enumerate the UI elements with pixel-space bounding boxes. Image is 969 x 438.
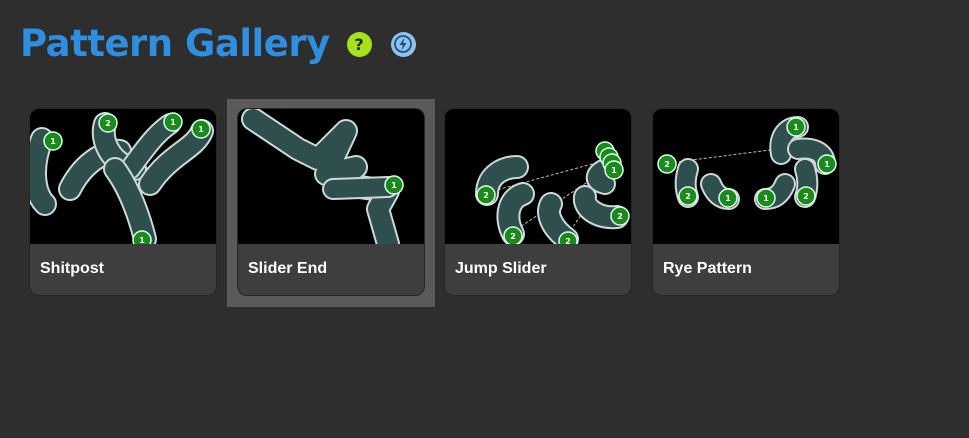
svg-text:1: 1: [170, 118, 176, 127]
card-label: Jump Slider: [455, 260, 547, 277]
svg-text:2: 2: [510, 232, 516, 241]
page-title: Pattern Gallery: [20, 22, 330, 65]
question-circle-icon: ?: [355, 36, 364, 52]
lightning-bolt-icon: [394, 35, 413, 53]
svg-text:1: 1: [611, 166, 617, 175]
svg-text:1: 1: [391, 181, 397, 190]
card-label: Slider End: [248, 260, 328, 277]
svg-text:1: 1: [725, 194, 731, 203]
svg-text:2: 2: [105, 119, 111, 128]
pattern-preview: 1: [238, 109, 424, 244]
svg-text:?: ?: [355, 36, 364, 52]
svg-text:1: 1: [139, 236, 145, 244]
pattern-card-slider-end[interactable]: 1 Slider End: [238, 109, 424, 295]
svg-text:1: 1: [50, 137, 56, 146]
pattern-card-rye-pattern[interactable]: 1 1 2 2 1 1 2 Rye Pattern: [653, 109, 839, 295]
bolt-button[interactable]: [390, 31, 416, 57]
svg-text:1: 1: [793, 123, 799, 132]
svg-text:2: 2: [664, 160, 670, 169]
svg-text:1: 1: [198, 125, 204, 134]
svg-text:2: 2: [617, 212, 623, 221]
svg-text:2: 2: [565, 237, 571, 244]
svg-text:1: 1: [763, 194, 769, 203]
svg-text:2: 2: [685, 192, 691, 201]
svg-text:2: 2: [803, 192, 809, 201]
pattern-preview: 2 2 2 2 1: [445, 109, 631, 244]
card-label: Shitpost: [40, 260, 104, 277]
pattern-card-jump-slider[interactable]: 2 2 2 2 1 Jump Slider: [445, 109, 631, 295]
pattern-preview: 1 2 1 1 1: [30, 109, 216, 244]
pattern-preview: 1 1 2 2 1 1 2: [653, 109, 839, 244]
header: Pattern Gallery ?: [20, 22, 416, 66]
help-button[interactable]: ?: [346, 31, 372, 57]
svg-text:1: 1: [824, 160, 830, 169]
card-label: Rye Pattern: [663, 260, 752, 277]
svg-text:2: 2: [483, 191, 489, 200]
pattern-card-shitpost[interactable]: 1 2 1 1 1 Shitpost: [30, 109, 216, 295]
